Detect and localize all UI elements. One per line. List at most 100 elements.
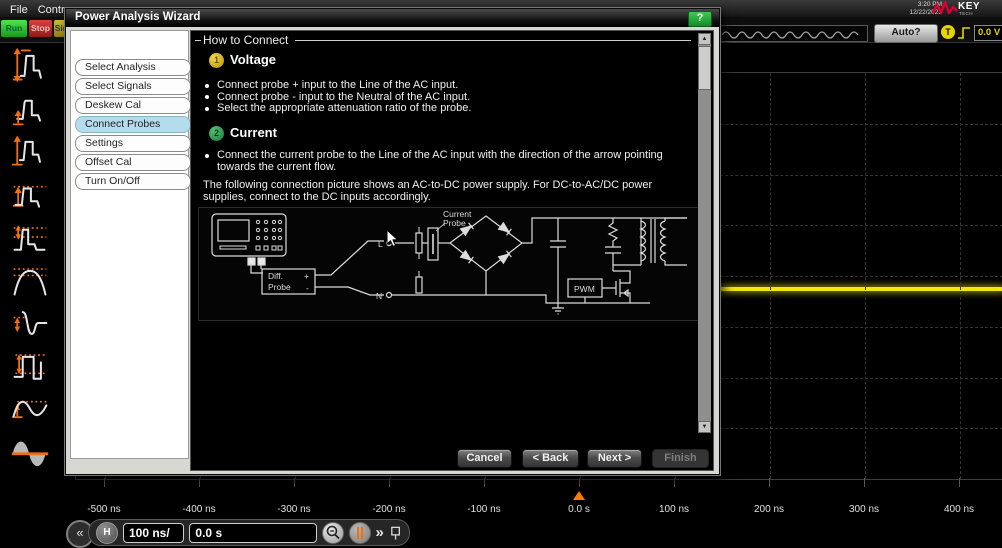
axis-tick	[389, 478, 390, 487]
wizard-step-settings[interactable]: Settings	[75, 135, 191, 152]
axis-tick	[864, 478, 865, 487]
axis-tick-label: -400 ns	[182, 504, 215, 515]
mouse-cursor	[386, 229, 399, 248]
axis-tick-label: 400 ns	[944, 504, 974, 515]
oscilloscope-screen: FileContr 3:20 PM 12/22/2023 KEY TECH Ru…	[0, 0, 1002, 548]
trigger-level-field[interactable]: 0.0 V	[974, 25, 1002, 41]
current-heading: Current	[230, 125, 277, 140]
axis-tick-label: 200 ns	[754, 504, 784, 515]
connection-note: The following connection picture shows a…	[203, 180, 698, 203]
section-title: How to Connect	[203, 33, 288, 47]
voltage-bullets: Connect probe + input to the Line of the…	[203, 80, 698, 115]
connection-diagram: Diff. Probe + - L N Current Probe PWM	[198, 207, 703, 321]
neutral-terminal-label: N	[376, 291, 382, 301]
cursor-bar-icon	[361, 527, 363, 539]
magnifier-icon	[323, 523, 343, 543]
line-terminal-label: L	[378, 239, 383, 249]
overshoot-measurement-icon[interactable]	[6, 217, 54, 257]
axis-tick-label: -500 ns	[87, 504, 120, 515]
voltage-bullet: Connect probe + input to the Line of the…	[203, 80, 698, 92]
axis-tick	[769, 478, 770, 487]
axis-tick	[104, 478, 105, 487]
diff-probe-label: Diff.	[268, 271, 283, 281]
zoom-button[interactable]	[322, 522, 344, 544]
trigger-source-badge[interactable]: T	[941, 25, 955, 39]
cursor-bar-icon	[357, 527, 359, 539]
groupbox-line	[195, 40, 201, 41]
probe-terminal	[258, 258, 265, 265]
pin-icon[interactable]	[389, 525, 402, 541]
next-button[interactable]: Next >	[587, 449, 642, 468]
time-axis: -500 ns -400 ns -300 ns -200 ns -100 ns 0.0 s…	[0, 478, 1002, 522]
wizard-step-offset-cal[interactable]: Offset Cal	[75, 154, 191, 171]
wizard-step-deskew-cal[interactable]: Deskew Cal	[75, 97, 191, 114]
waveform-summary-bar[interactable]	[718, 25, 868, 42]
vamplitude-measurement-icon[interactable]	[6, 131, 54, 171]
current-step-badge: 2	[209, 126, 224, 141]
horizontal-badge[interactable]: H	[96, 522, 118, 544]
back-button[interactable]: < Back	[522, 449, 579, 468]
axis-tick	[674, 478, 675, 487]
rising-edge-icon	[957, 26, 972, 39]
axis-tick-label: 0.0 s	[568, 504, 590, 515]
voltage-bullet: Select the appropriate attenuation ratio…	[203, 103, 698, 115]
cursors-button[interactable]	[349, 522, 371, 544]
voltage-heading: Voltage	[230, 52, 276, 67]
wizard-content: How to Connect 1 Voltage Connect probe +…	[190, 30, 714, 471]
menu-items: FileContr	[0, 0, 65, 17]
vmin-measurement-icon[interactable]	[6, 88, 54, 128]
scroll-down-arrow-icon[interactable]: ▼	[698, 421, 711, 433]
content-scrollbar[interactable]: ▲ ▼	[698, 33, 711, 433]
pwm-label: PWM	[574, 284, 595, 294]
scroll-up-arrow-icon[interactable]: ▲	[698, 33, 711, 45]
plus-label: +	[304, 271, 309, 281]
axis-tick-label: -200 ns	[372, 504, 405, 515]
timebase-position-field[interactable]: 0.0 s	[189, 523, 316, 543]
pulse-levels-measurement-icon[interactable]	[6, 346, 54, 386]
cancel-button[interactable]: Cancel	[457, 449, 512, 468]
vmax-measurement-icon[interactable]	[6, 260, 54, 300]
current-bullet: Connect the current probe to the Line of…	[203, 150, 683, 173]
axis-tick-label: -100 ns	[467, 504, 500, 515]
voltage-bullet-text: Select the appropriate attenuation ratio…	[217, 103, 471, 115]
current-probe-label: Probe	[443, 218, 466, 228]
wizard-step-select-signals[interactable]: Select Signals	[75, 78, 191, 95]
timebase-scale-field[interactable]: 100 ns/	[123, 523, 184, 543]
bullet-icon	[205, 107, 209, 111]
help-button[interactable]: ?	[688, 11, 712, 27]
expand-chevrons[interactable]: »	[376, 523, 384, 543]
bullet-icon	[205, 154, 209, 158]
scrollbar-thumb[interactable]	[698, 46, 711, 90]
axis-tick	[199, 478, 200, 487]
sine-peak-measurement-icon[interactable]	[6, 389, 54, 429]
horizontal-controls: H 100 ns/ 0.0 s »	[88, 519, 410, 546]
diff-probe-label: Probe	[268, 282, 291, 292]
undershoot-measurement-icon[interactable]	[6, 303, 54, 343]
summary-waveform-icon	[719, 26, 865, 39]
axis-tick	[294, 478, 295, 487]
vpp-measurement-icon[interactable]	[6, 45, 54, 85]
axis-tick-label: 100 ns	[659, 504, 689, 515]
stop-button[interactable]: Stop	[28, 19, 53, 38]
current-bullet-text: Connect the current probe to the Line of…	[217, 150, 683, 173]
voltage-bullet-text: Connect probe + input to the Line of the…	[217, 80, 458, 92]
axis-tick-label: -300 ns	[277, 504, 310, 515]
dialog-title-bar[interactable]: Power Analysis Wizard ?	[66, 9, 719, 27]
axis-tick	[579, 478, 580, 487]
current-bullets: Connect the current probe to the Line of…	[203, 150, 683, 173]
brand-secondary: TECH	[959, 11, 973, 16]
area-measurement-icon[interactable]	[6, 432, 54, 472]
run-button[interactable]: Run	[0, 19, 28, 38]
dialog-title: Power Analysis Wizard	[75, 11, 200, 23]
wizard-step-select-analysis[interactable]: Select Analysis	[75, 59, 191, 76]
trigger-time-marker[interactable]	[573, 491, 585, 500]
bullet-icon	[205, 95, 209, 99]
wizard-step-turn-on-off[interactable]: Turn On/Off	[75, 173, 191, 190]
keysight-logo-icon	[932, 1, 958, 16]
bullet-icon	[205, 84, 209, 88]
axis-tick-label: 300 ns	[849, 504, 879, 515]
vtop-measurement-icon[interactable]	[6, 174, 54, 214]
probe-terminal	[248, 258, 255, 265]
auto-trigger-button[interactable]: Auto?	[874, 24, 938, 43]
wizard-step-connect-probes[interactable]: Connect Probes	[75, 116, 191, 133]
